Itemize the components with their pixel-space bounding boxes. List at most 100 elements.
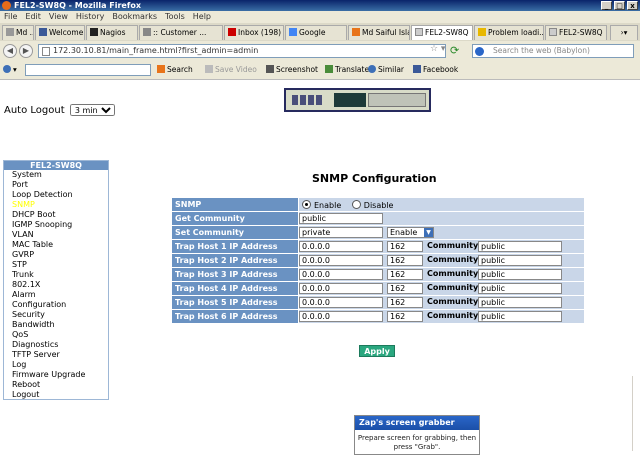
back-button[interactable]: ◀ <box>3 44 17 58</box>
tab[interactable]: :: Customer ... <box>139 25 223 40</box>
trap-host-port-input[interactable]: 162 <box>387 269 423 280</box>
search-input[interactable]: Search the web (Babylon) <box>472 44 634 58</box>
close-button[interactable]: x <box>627 1 638 10</box>
tab[interactable]: Md ... <box>2 25 34 40</box>
tab[interactable]: Google <box>285 25 347 40</box>
toolbar-similar-button[interactable]: Similar <box>368 65 404 74</box>
tab-bar: Md ... Welcome to ... Nagios :: Customer… <box>0 23 640 42</box>
auto-logout-label: Auto Logout <box>4 105 65 116</box>
menu-view[interactable]: View <box>49 11 68 23</box>
table-row: Trap Host 2 IP Address 0.0.0.0 162 Commu… <box>172 254 584 267</box>
toolbar-logo-icon[interactable]: ▾ <box>3 65 17 74</box>
sidebar-item-snmp[interactable]: SNMP <box>4 200 108 210</box>
trap-host-label: Trap Host 2 IP Address <box>172 254 299 267</box>
trap-host-ip-input[interactable]: 0.0.0.0 <box>299 311 383 322</box>
trap-host-port-input[interactable]: 162 <box>387 311 423 322</box>
page-content: Auto Logout 3 min FEL2-SW8Q System Port … <box>0 80 640 455</box>
sidebar-item-bandwidth[interactable]: Bandwidth <box>4 320 108 330</box>
tab[interactable]: Nagios <box>86 25 138 40</box>
toolbar-facebook-button[interactable]: Facebook <box>413 65 458 74</box>
menu-bookmarks[interactable]: Bookmarks <box>112 11 157 23</box>
tab[interactable]: Md Saiful Isla... <box>348 25 410 40</box>
toolbar-translate-button[interactable]: Translate <box>325 65 369 74</box>
sidebar-item-mac-table[interactable]: MAC Table <box>4 240 108 250</box>
trap-host-ip-input[interactable]: 0.0.0.0 <box>299 297 383 308</box>
auto-logout-select[interactable]: 3 min <box>69 104 115 116</box>
minimize-button[interactable]: _ <box>601 1 612 10</box>
trap-host-port-input[interactable]: 162 <box>387 283 423 294</box>
table-row: Trap Host 4 IP Address 0.0.0.0 162 Commu… <box>172 282 584 295</box>
sidebar-item-qos[interactable]: QoS <box>4 330 108 340</box>
sidebar-item-system[interactable]: System <box>4 170 108 180</box>
sidebar-item-stp[interactable]: STP <box>4 260 108 270</box>
snmp-enable-radio[interactable] <box>302 200 311 209</box>
trap-host-ip-input[interactable]: 0.0.0.0 <box>299 283 383 294</box>
sidebar-item-vlan[interactable]: VLAN <box>4 230 108 240</box>
trap-host-port-input[interactable]: 162 <box>387 241 423 252</box>
toolbar-screenshot-button[interactable]: Screenshot <box>266 65 318 74</box>
trap-host-community-input[interactable]: public <box>478 311 562 322</box>
tab-scroll-arrows[interactable]: ›▾ <box>610 25 638 40</box>
table-row: Trap Host 6 IP Address 0.0.0.0 162 Commu… <box>172 310 584 323</box>
toolbar-search-input[interactable] <box>25 64 151 76</box>
trap-host-ip-input[interactable]: 0.0.0.0 <box>299 255 383 266</box>
video-icon <box>205 65 213 73</box>
tab[interactable]: Welcome to ... <box>35 25 85 40</box>
switch-panel-image <box>284 88 431 112</box>
sidebar-item-reboot[interactable]: Reboot <box>4 380 108 390</box>
tab[interactable]: Inbox (198) - ... <box>224 25 284 40</box>
forward-button[interactable]: ▶ <box>19 44 33 58</box>
page-icon <box>42 47 50 56</box>
url-bar[interactable]: 172.30.10.81/main_frame.html?first_admin… <box>38 44 446 58</box>
menu-help[interactable]: Help <box>193 11 211 23</box>
sidebar-item-tftp-server[interactable]: TFTP Server <box>4 350 108 360</box>
trap-host-community-input[interactable]: public <box>478 297 562 308</box>
tab-active[interactable]: FEL2-SW8Q <box>411 25 473 40</box>
community-label: Community <box>427 311 479 320</box>
sidebar-item-gvrp[interactable]: GVRP <box>4 250 108 260</box>
set-community-input[interactable]: private <box>299 227 383 238</box>
trap-host-community-input[interactable]: public <box>478 269 562 280</box>
snmp-disable-label: Disable <box>363 201 394 210</box>
sidebar-item-igmp-snooping[interactable]: IGMP Snooping <box>4 220 108 230</box>
bookmark-star-icon[interactable]: ☆ ▾ <box>430 44 445 54</box>
table-row: Trap Host 5 IP Address 0.0.0.0 162 Commu… <box>172 296 584 309</box>
blogger-favicon-icon <box>352 28 360 36</box>
sidebar-item-firmware-upgrade[interactable]: Firmware Upgrade <box>4 370 108 380</box>
sidebar-item-configuration[interactable]: Configuration <box>4 300 108 310</box>
toolbar-search-button[interactable]: Search <box>157 65 193 74</box>
menu-history[interactable]: History <box>76 11 104 23</box>
sidebar-item-8021x[interactable]: 802.1X <box>4 280 108 290</box>
get-community-input[interactable]: public <box>299 213 383 224</box>
sidebar-item-dhcp-boot[interactable]: DHCP Boot <box>4 210 108 220</box>
sidebar-item-port[interactable]: Port <box>4 180 108 190</box>
trap-host-community-input[interactable]: public <box>478 283 562 294</box>
trap-host-port-input[interactable]: 162 <box>387 297 423 308</box>
scrollbar[interactable] <box>632 376 640 451</box>
sidebar-item-trunk[interactable]: Trunk <box>4 270 108 280</box>
maximize-button[interactable]: □ <box>614 1 625 10</box>
trap-host-community-input[interactable]: public <box>478 241 562 252</box>
sidebar-item-logout[interactable]: Logout <box>4 390 108 400</box>
trap-host-port-input[interactable]: 162 <box>387 255 423 266</box>
trap-host-ip-input[interactable]: 0.0.0.0 <box>299 269 383 280</box>
sidebar-item-diagnostics[interactable]: Diagnostics <box>4 340 108 350</box>
sidebar-item-log[interactable]: Log <box>4 360 108 370</box>
set-community-select[interactable]: Enable ▼ <box>387 227 434 238</box>
reload-icon[interactable]: ⟳ <box>450 44 459 57</box>
sidebar-item-security[interactable]: Security <box>4 310 108 320</box>
menu-file[interactable]: File <box>4 11 17 23</box>
trap-host-ip-input[interactable]: 0.0.0.0 <box>299 241 383 252</box>
sidebar-item-loop-detection[interactable]: Loop Detection <box>4 190 108 200</box>
tab[interactable]: Problem loadi... <box>474 25 544 40</box>
apply-button[interactable]: Apply <box>359 345 395 357</box>
snmp-disable-radio[interactable] <box>351 200 361 209</box>
menu-edit[interactable]: Edit <box>25 11 41 23</box>
snmp-enable-label: Enable <box>314 201 342 210</box>
tab[interactable]: FEL2-SW8Q <box>545 25 607 40</box>
sidebar-item-alarm[interactable]: Alarm <box>4 290 108 300</box>
trap-host-community-input[interactable]: public <box>478 255 562 266</box>
toolbar-save-video-button[interactable]: Save Video <box>205 65 257 74</box>
menu-tools[interactable]: Tools <box>165 11 185 23</box>
search-engine-icon[interactable] <box>475 47 484 56</box>
